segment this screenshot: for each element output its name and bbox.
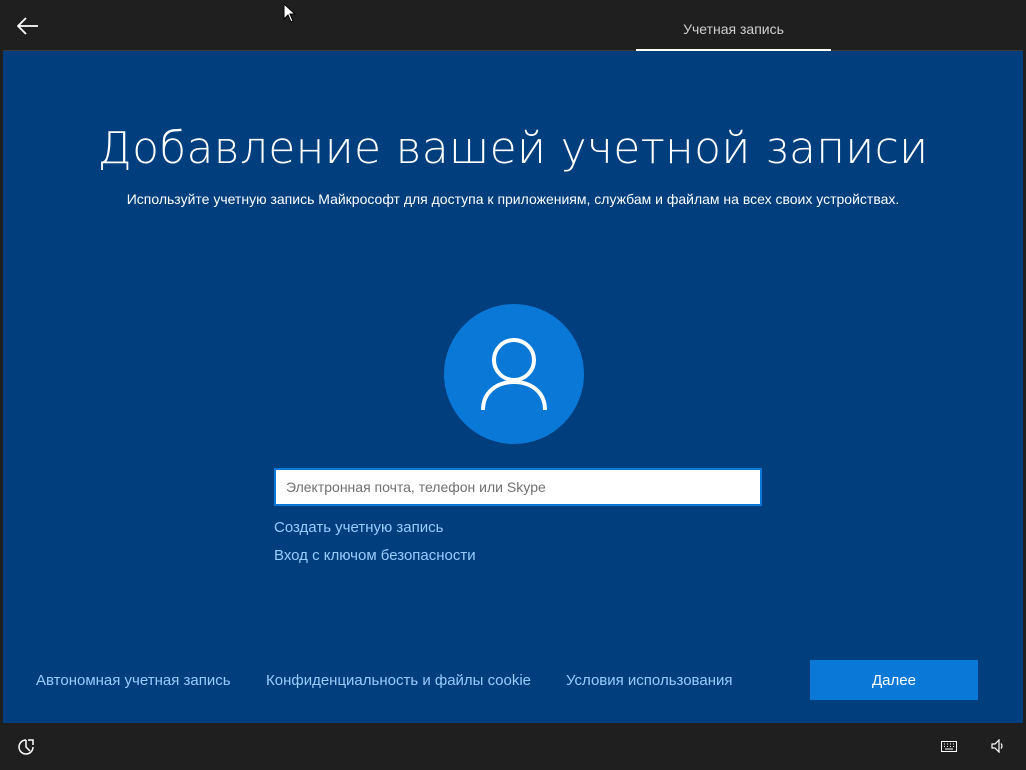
keyboard-icon[interactable] (941, 741, 957, 752)
main-panel: Добавление вашей учетной записи Использу… (3, 51, 1023, 723)
oobe-window: Учетная запись Добавление вашей учетной … (0, 0, 1026, 770)
ease-of-access-icon[interactable] (17, 738, 35, 756)
top-bar: Учетная запись (3, 3, 1023, 52)
avatar (444, 304, 584, 444)
volume-icon[interactable] (991, 739, 1007, 753)
arrow-left-icon (17, 17, 38, 35)
offline-account-link[interactable]: Автономная учетная запись (36, 672, 231, 689)
privacy-cookies-link[interactable]: Конфиденциальность и файлы cookie (266, 672, 531, 689)
next-button[interactable]: Далее (810, 660, 978, 700)
page-subtitle: Используйте учетную запись Майкрософт дл… (126, 191, 900, 207)
mouse-cursor-icon (283, 3, 297, 23)
back-button[interactable] (13, 11, 43, 41)
email-input[interactable] (274, 468, 762, 506)
user-icon (481, 338, 547, 411)
security-key-link[interactable]: Вход с ключом безопасности (274, 547, 476, 564)
page-title: Добавление вашей учетной записи (97, 123, 929, 174)
bottom-bar (3, 724, 1023, 767)
terms-of-use-link[interactable]: Условия использования (566, 672, 733, 689)
tab-account: Учетная запись (683, 21, 784, 37)
create-account-link[interactable]: Создать учетную запись (274, 519, 443, 536)
